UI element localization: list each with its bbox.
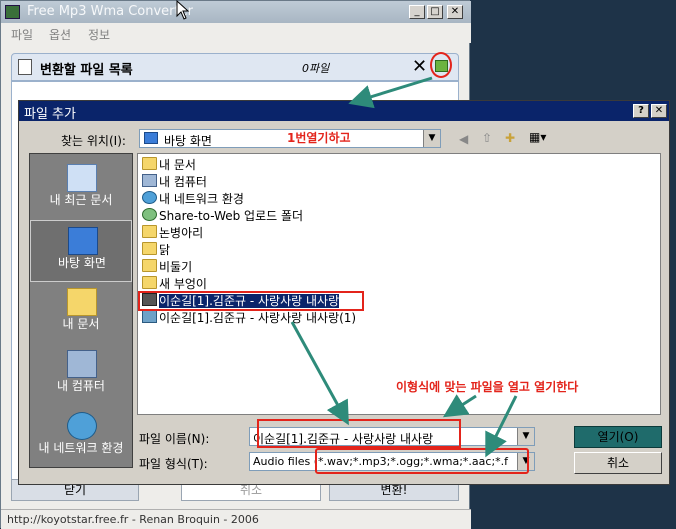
arrow-to-filename (290, 321, 349, 426)
arrow-to-filetype (485, 395, 518, 458)
arrow-add-to-dialog (348, 76, 433, 109)
annotation-arrows (290, 76, 518, 458)
arrow-to-filename-box (442, 394, 477, 418)
